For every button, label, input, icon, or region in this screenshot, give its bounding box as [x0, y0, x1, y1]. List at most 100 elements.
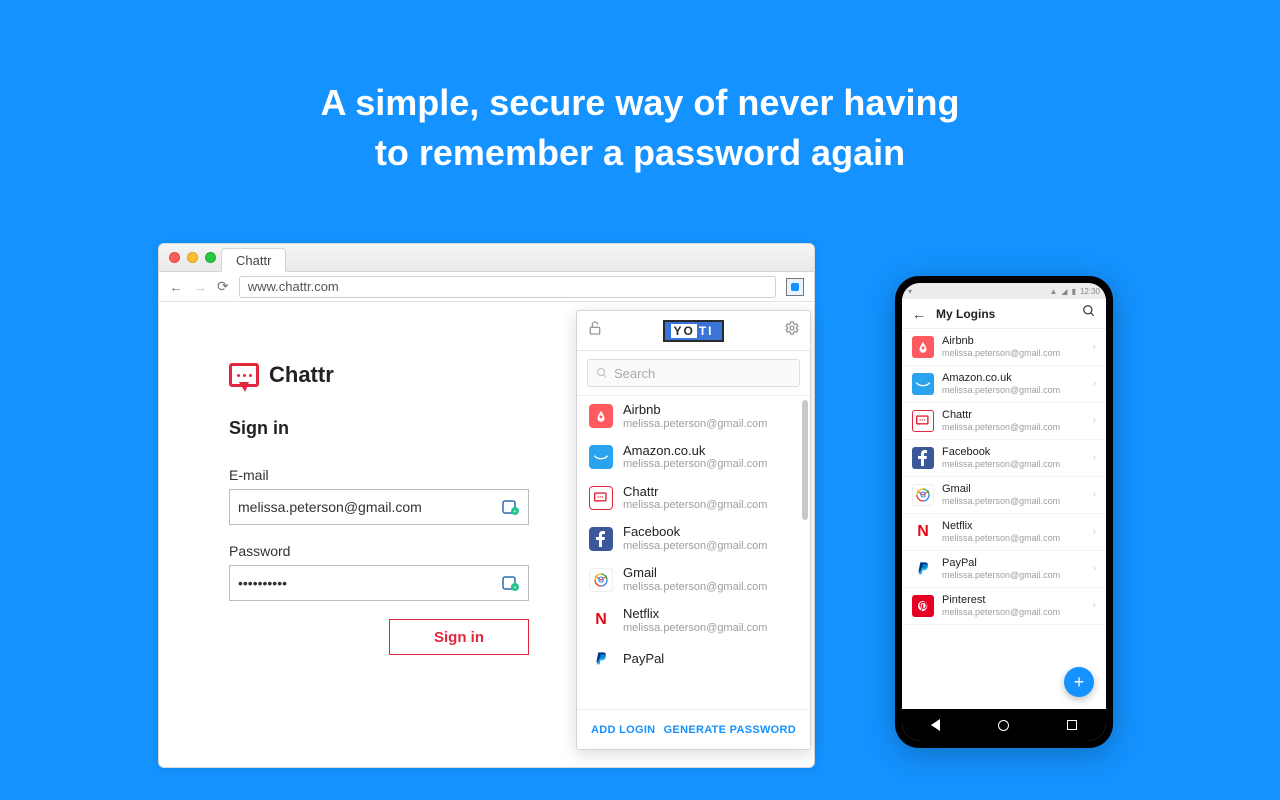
autofill-icon[interactable]: + — [502, 498, 520, 516]
network-icon: ▾ — [908, 287, 912, 296]
login-item-name: Chattr — [942, 409, 1085, 422]
browser-titlebar: Chattr — [159, 244, 814, 272]
gear-icon[interactable] — [784, 320, 800, 341]
browser-tab[interactable]: Chattr — [221, 248, 286, 272]
email-field[interactable] — [238, 499, 502, 515]
mobile-login-item[interactable]: Amazon.co.ukmelissa.peterson@gmail.com› — [902, 366, 1106, 403]
window-close-icon[interactable] — [169, 252, 180, 263]
mobile-login-item[interactable]: PayPalmelissa.peterson@gmail.com › — [902, 551, 1106, 588]
unlock-icon[interactable] — [587, 320, 603, 341]
airbnb-icon — [589, 404, 613, 428]
login-item-name: Facebook — [623, 524, 767, 540]
search-placeholder: Search — [614, 366, 655, 381]
popup-search-input[interactable]: Search — [587, 359, 800, 387]
chevron-right-icon: › — [1093, 600, 1096, 611]
nav-back-icon[interactable]: ← — [169, 279, 183, 295]
chevron-right-icon: › — [1093, 526, 1096, 537]
login-item-sub: melissa.peterson@gmail.com — [942, 422, 1085, 433]
login-item-sub: melissa.peterson@gmail.com — [942, 607, 1085, 618]
window-minimize-icon[interactable] — [187, 252, 198, 263]
chattr-icon — [589, 486, 613, 510]
headline-line-1: A simple, secure way of never having — [0, 78, 1280, 128]
login-item-name: Chattr — [623, 484, 767, 500]
chevron-right-icon: › — [1093, 563, 1096, 574]
extension-popup: YOTI Search Airbnbmelissa.peterson@gmail… — [576, 310, 811, 750]
nav-forward-icon: → — [193, 279, 207, 295]
login-item-name: Airbnb — [623, 402, 767, 418]
login-item-name: Netflix — [942, 520, 1085, 533]
login-item[interactable]: PayPal — [577, 641, 802, 677]
nav-reload-icon[interactable]: ⟳ — [217, 278, 229, 295]
popup-header: YOTI — [577, 311, 810, 351]
paypal-icon — [912, 558, 934, 580]
chevron-right-icon: › — [1093, 452, 1096, 463]
headline-line-2: to remember a password again — [0, 128, 1280, 178]
chevron-right-icon: › — [1093, 489, 1096, 500]
mobile-login-item[interactable]: Facebookmelissa.peterson@gmail.com› — [902, 440, 1106, 477]
mobile-login-item[interactable]: Airbnbmelissa.peterson@gmail.com › — [902, 329, 1106, 366]
add-fab[interactable]: + — [1064, 667, 1094, 697]
login-item-name: Facebook — [942, 446, 1085, 459]
password-field-row: + — [229, 565, 529, 601]
mobile-login-item[interactable]: Pinterestmelissa.peterson@gmail.com › — [902, 588, 1106, 625]
login-item[interactable]: NNetflixmelissa.peterson@gmail.com — [577, 600, 802, 641]
android-recent-icon[interactable] — [1067, 720, 1077, 730]
window-maximize-icon[interactable] — [205, 252, 216, 263]
login-item[interactable]: Facebookmelissa.peterson@gmail.com — [577, 518, 802, 559]
mobile-login-item[interactable]: Chattrmelissa.peterson@gmail.com› — [902, 403, 1106, 440]
android-home-icon[interactable] — [998, 720, 1009, 731]
login-item-sub: melissa.peterson@gmail.com — [942, 570, 1085, 581]
login-item[interactable]: Airbnbmelissa.peterson@gmail.com — [577, 396, 802, 437]
popup-login-list: Airbnbmelissa.peterson@gmail.comAmazon.c… — [577, 396, 810, 709]
headline: A simple, secure way of never having to … — [0, 78, 1280, 179]
back-icon[interactable]: ← — [912, 306, 926, 322]
scrollbar-thumb[interactable] — [802, 400, 808, 520]
android-back-icon[interactable] — [931, 719, 940, 731]
add-login-button[interactable]: ADD LOGIN — [591, 724, 655, 736]
chattr-bubble-icon — [229, 363, 259, 387]
address-bar[interactable] — [239, 276, 776, 298]
login-item-sub: melissa.peterson@gmail.com — [623, 458, 767, 471]
login-item-name: Airbnb — [942, 335, 1085, 348]
login-item[interactable]: Chattrmelissa.peterson@gmail.com — [577, 478, 802, 519]
popup-footer: ADD LOGIN GENERATE PASSWORD — [577, 709, 810, 749]
mobile-login-item[interactable]: NNetflixmelissa.peterson@gmail.com› — [902, 514, 1106, 551]
login-item-sub: melissa.peterson@gmail.com — [623, 540, 767, 553]
browser-tab-title: Chattr — [236, 253, 271, 268]
appbar-title: My Logins — [936, 307, 1072, 321]
login-item[interactable]: GGmailmelissa.peterson@gmail.com — [577, 559, 802, 600]
chevron-right-icon: › — [1093, 378, 1096, 389]
popup-search-row: Search — [577, 351, 810, 396]
svg-text:+: + — [514, 585, 517, 591]
status-time: 12:30 — [1080, 287, 1100, 296]
login-item-name: Pinterest — [942, 594, 1085, 607]
svg-text:G: G — [920, 491, 926, 500]
search-icon[interactable] — [1082, 304, 1096, 323]
login-item-name: PayPal — [623, 651, 664, 667]
autofill-icon[interactable]: + — [502, 574, 520, 592]
login-item-name: Netflix — [623, 606, 767, 622]
password-field[interactable] — [238, 575, 502, 591]
login-item-sub: melissa.peterson@gmail.com — [623, 499, 767, 512]
yoti-logo: YOTI — [663, 320, 723, 342]
signin-button[interactable]: Sign in — [389, 619, 529, 655]
search-icon — [596, 367, 608, 379]
mobile-login-item[interactable]: GGmailmelissa.peterson@gmail.com› — [902, 477, 1106, 514]
login-item-sub: melissa.peterson@gmail.com — [623, 418, 767, 431]
signal-icon: ◢ — [1061, 287, 1067, 296]
mobile-login-list: Airbnbmelissa.peterson@gmail.com›Amazon.… — [902, 329, 1106, 709]
chattr-icon — [912, 410, 934, 432]
login-item[interactable]: Amazon.co.ukmelissa.peterson@gmail.com — [577, 437, 802, 478]
extension-icon[interactable] — [786, 278, 804, 296]
gmail-icon: G — [912, 484, 934, 506]
login-item-sub: melissa.peterson@gmail.com — [942, 348, 1085, 359]
chevron-right-icon: › — [1093, 341, 1096, 352]
login-item-name: PayPal — [942, 557, 1085, 570]
generate-password-button[interactable]: GENERATE PASSWORD — [664, 724, 796, 736]
pinterest-icon — [912, 595, 934, 617]
wifi-icon: ▲ — [1049, 287, 1057, 296]
facebook-icon — [589, 527, 613, 551]
login-item-name: Amazon.co.uk — [942, 372, 1085, 385]
svg-text:+: + — [514, 509, 517, 515]
login-item-sub: melissa.peterson@gmail.com — [623, 622, 767, 635]
